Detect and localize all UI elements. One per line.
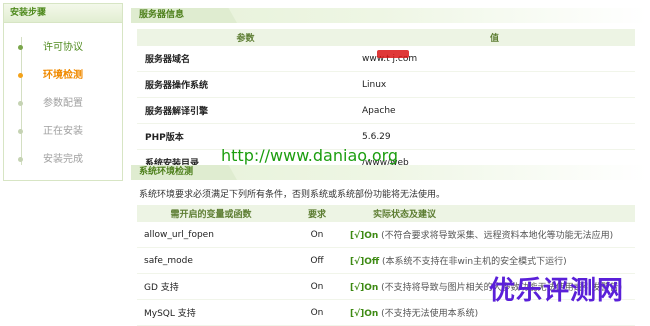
step-label: 正在安装	[43, 126, 83, 137]
server-info-title: 服务器信息	[139, 10, 185, 20]
variable-name: safe_mode	[137, 247, 285, 274]
required-value: On	[285, 222, 349, 248]
step-label: 许可协议	[43, 42, 83, 53]
status-ok: [√]On	[350, 309, 379, 319]
table-row: 服务器操作系统 Linux	[137, 71, 635, 98]
table-row: 服务器解译引擎 Apache	[137, 97, 635, 124]
param-name: 服务器解译引擎	[137, 97, 354, 124]
required-value: On	[285, 273, 349, 300]
param-value: Linux	[354, 71, 635, 98]
variable-name: GD 支持	[137, 273, 285, 300]
param-name: 服务器操作系统	[137, 71, 354, 98]
install-steps-sidebar: 安装步骤 许可协议 环境检测 参数配置 正在安装 安装完成	[3, 3, 123, 181]
step-label: 环境检测	[43, 70, 83, 81]
step-dot-icon	[18, 45, 23, 50]
variable-name: allow_url_fopen	[137, 222, 285, 248]
status-note: (本系统不支持在非win主机的安全模式下运行)	[382, 257, 567, 267]
table-row: allow_url_fopen On [√]On (不符合要求将导致采集、远程资…	[137, 222, 635, 248]
column-header-param: 参数	[137, 29, 354, 46]
watermark-url: http://www.daniao.org	[221, 146, 399, 165]
env-check-table: 需开启的变量或函数 要求 实际状态及建议 allow_url_fopen On …	[137, 205, 635, 326]
env-check-title: 系统环境检测	[139, 167, 194, 177]
step-dot-icon	[18, 129, 23, 134]
param-value: Apache	[354, 97, 635, 124]
required-value: On	[285, 299, 349, 326]
variable-name: MySQL 支持	[137, 299, 285, 326]
redaction-mark	[377, 50, 409, 58]
param-name: 服务器域名	[137, 46, 354, 72]
step-dot-icon	[18, 73, 23, 78]
status-cell: [√]On (不符合要求将导致采集、远程资料本地化等功能无法应用)	[349, 222, 635, 248]
status-ok: [√]On	[350, 231, 379, 241]
env-check-header: 系统环境检测	[131, 165, 647, 180]
status-ok: [√]Off	[350, 257, 380, 267]
column-header-status: 实际状态及建议	[349, 205, 635, 222]
column-header-required: 要求	[285, 205, 349, 222]
server-info-header: 服务器信息	[131, 8, 647, 23]
required-value: Off	[285, 247, 349, 274]
status-note: (不支持无法使用本系统)	[381, 309, 479, 319]
sidebar-title: 安装步骤	[4, 4, 122, 23]
step-dot-icon	[18, 157, 23, 162]
step-label: 参数配置	[43, 98, 83, 109]
brand-watermark: 优乐评测网	[489, 276, 625, 306]
status-ok: [√]On	[350, 283, 379, 293]
status-note: (不符合要求将导致采集、远程资料本地化等功能无法应用)	[381, 231, 614, 241]
column-header-variable: 需开启的变量或函数	[137, 205, 285, 222]
env-check-description: 系统环境要求必须满足下列所有条件，否则系统或系统部份功能将无法使用。	[139, 190, 446, 200]
column-header-value: 值	[354, 29, 635, 46]
step-dot-icon	[18, 101, 23, 106]
step-label: 安装完成	[43, 154, 83, 165]
